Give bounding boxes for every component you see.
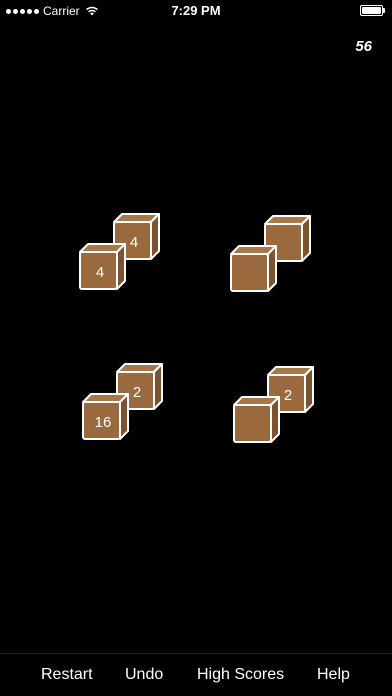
battery-icon bbox=[360, 5, 386, 16]
cube-value bbox=[231, 254, 271, 294]
cube-group-bottom-right[interactable]: 2 bbox=[232, 365, 322, 445]
cube-value: 4 bbox=[95, 263, 105, 281]
help-button[interactable]: Help bbox=[317, 666, 350, 684]
undo-button[interactable]: Undo bbox=[125, 666, 163, 684]
cube-group-bottom-left[interactable]: 2 16 bbox=[81, 362, 171, 442]
status-bar: Carrier 7:29 PM bbox=[0, 0, 392, 22]
high-scores-button[interactable]: High Scores bbox=[197, 666, 284, 684]
bottom-toolbar: Restart Undo High Scores Help bbox=[0, 653, 392, 696]
status-time: 7:29 PM bbox=[171, 3, 221, 18]
cube-front[interactable]: 4 bbox=[78, 242, 128, 292]
cube-front[interactable] bbox=[232, 395, 282, 445]
cube-value: 16 bbox=[94, 413, 112, 431]
cube-front[interactable]: 16 bbox=[81, 392, 131, 442]
cube-value bbox=[234, 405, 274, 445]
cube-group-top-right[interactable] bbox=[229, 214, 319, 294]
score-display: 56 bbox=[355, 38, 372, 55]
restart-button[interactable]: Restart bbox=[41, 666, 93, 684]
cube-front[interactable] bbox=[229, 244, 279, 294]
cube-group-top-left[interactable]: 4 4 bbox=[78, 212, 168, 292]
